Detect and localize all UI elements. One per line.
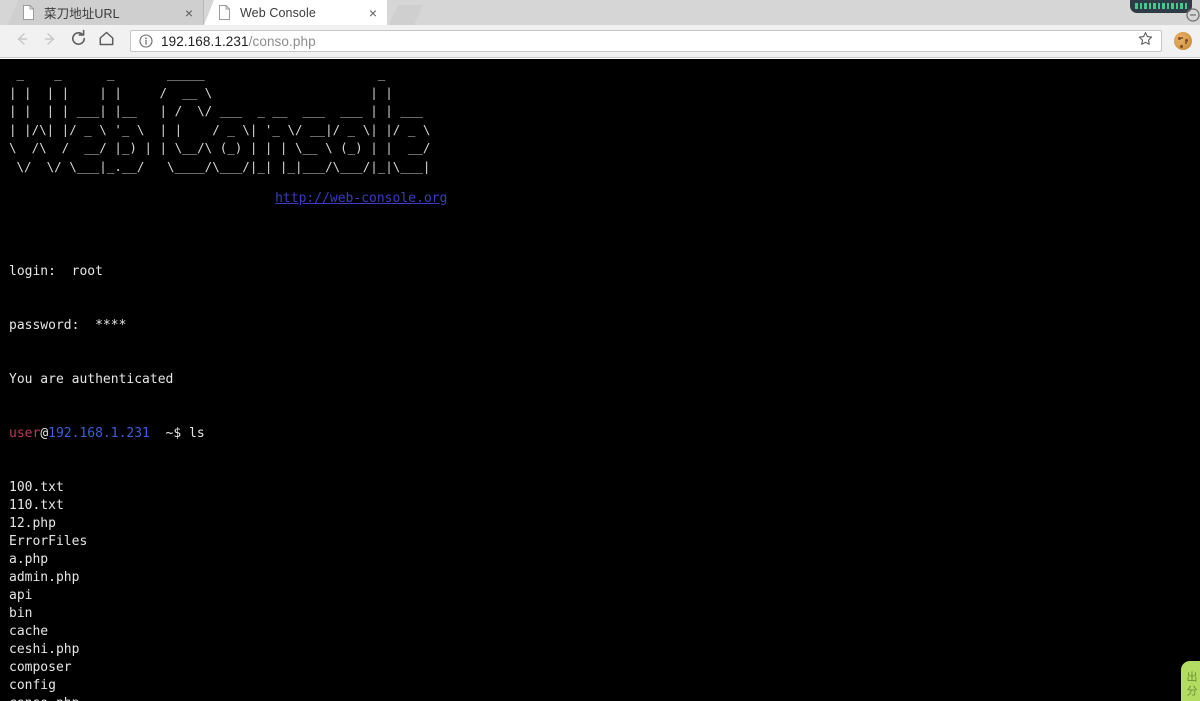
tab-strip: 菜刀地址URL × Web Console × xyxy=(0,0,1200,25)
password-line: password: **** xyxy=(9,317,1200,335)
forward-button[interactable] xyxy=(36,27,64,55)
tab-caidao-url[interactable]: 菜刀地址URL × xyxy=(8,0,204,25)
star-icon xyxy=(1138,31,1153,51)
arrow-left-icon xyxy=(13,30,31,53)
close-icon[interactable]: × xyxy=(181,5,197,21)
address-bar[interactable]: 192.168.1.231/conso.php xyxy=(130,30,1162,52)
file-list-item: 110.txt xyxy=(9,498,64,513)
info-circle-icon[interactable] xyxy=(139,34,153,48)
login-value: root xyxy=(71,264,103,279)
auth-message: You are authenticated xyxy=(9,372,174,387)
side-tab-label: 出分 xyxy=(1185,671,1197,699)
banner-link-line: http://web-console.org xyxy=(9,176,1200,208)
tab-web-console[interactable]: Web Console × xyxy=(204,0,387,25)
file-list-item: conso.php xyxy=(9,695,1200,701)
file-list-item: 12.php xyxy=(9,516,56,531)
shell-prompt-line: user@192.168.1.231 ~$ ls xyxy=(9,425,1200,443)
tab-strip-empty-area xyxy=(423,0,1200,25)
cookie-extension-icon[interactable] xyxy=(1174,32,1192,50)
file-list-item: a.php xyxy=(9,552,49,567)
new-tab-button[interactable] xyxy=(389,5,423,25)
home-button[interactable] xyxy=(92,27,120,55)
window-glyph-icon xyxy=(1186,8,1200,25)
file-list-item: ErrorFiles xyxy=(9,534,88,549)
password-value: **** xyxy=(95,318,127,333)
file-list-item: 100.txt xyxy=(9,480,64,495)
url-text[interactable]: 192.168.1.231/conso.php xyxy=(161,34,1135,49)
tab-title: Web Console xyxy=(240,5,316,20)
reload-button[interactable] xyxy=(64,27,92,55)
prompt-hostname: 192.168.1.231 xyxy=(48,426,150,441)
window-controls-widget[interactable] xyxy=(1130,0,1192,13)
bookmark-star-button[interactable] xyxy=(1135,31,1155,51)
back-button[interactable] xyxy=(8,27,36,55)
web-console-link[interactable]: http://web-console.org xyxy=(275,191,447,206)
widget-bars-icon xyxy=(1130,0,1192,9)
file-list-item: api xyxy=(9,588,33,603)
file-list-item: config xyxy=(9,678,56,693)
prompt-tail: ~$ xyxy=(149,426,190,441)
prompt-username: user xyxy=(9,426,41,441)
arrow-right-icon xyxy=(41,30,59,53)
floating-side-tab[interactable]: 出分 xyxy=(1181,661,1200,701)
close-icon[interactable]: × xyxy=(365,5,381,21)
url-host: 192.168.1.231 xyxy=(161,33,249,49)
page-viewport: _ _ _ _____ _ | | | | | | / __ \ | | | |… xyxy=(0,59,1200,701)
file-listing: 100.txt 110.txt 12.php ErrorFiles a.php admin… xyxy=(0,479,1200,701)
page-icon xyxy=(218,5,231,20)
login-line: login: root xyxy=(9,263,1200,281)
password-label: password: xyxy=(9,318,80,333)
shell-command: ls xyxy=(189,426,205,441)
reload-icon xyxy=(69,29,88,53)
home-icon xyxy=(97,29,116,53)
tab-title: 菜刀地址URL xyxy=(44,7,120,21)
terminal-session: login: root password: **** You are authe… xyxy=(0,208,1200,479)
file-list-item: cache xyxy=(9,624,49,639)
page-icon xyxy=(22,5,35,20)
url-path: /conso.php xyxy=(248,33,316,49)
file-list-item: ceshi.php xyxy=(9,642,80,657)
file-list-item: composer xyxy=(9,660,72,675)
prompt-at-symbol: @ xyxy=(40,426,49,441)
file-list-item: admin.php xyxy=(9,570,80,585)
browser-window: 菜刀地址URL × Web Console × 192.168.1.231/co… xyxy=(0,0,1200,701)
file-list-item: bin xyxy=(9,606,33,621)
login-label: login: xyxy=(9,264,56,279)
ascii-art-banner: _ _ _ _____ _ | | | | | | / __ \ | | | |… xyxy=(9,66,431,174)
banner-link-indent xyxy=(9,191,275,206)
browser-toolbar: 192.168.1.231/conso.php xyxy=(0,25,1200,58)
